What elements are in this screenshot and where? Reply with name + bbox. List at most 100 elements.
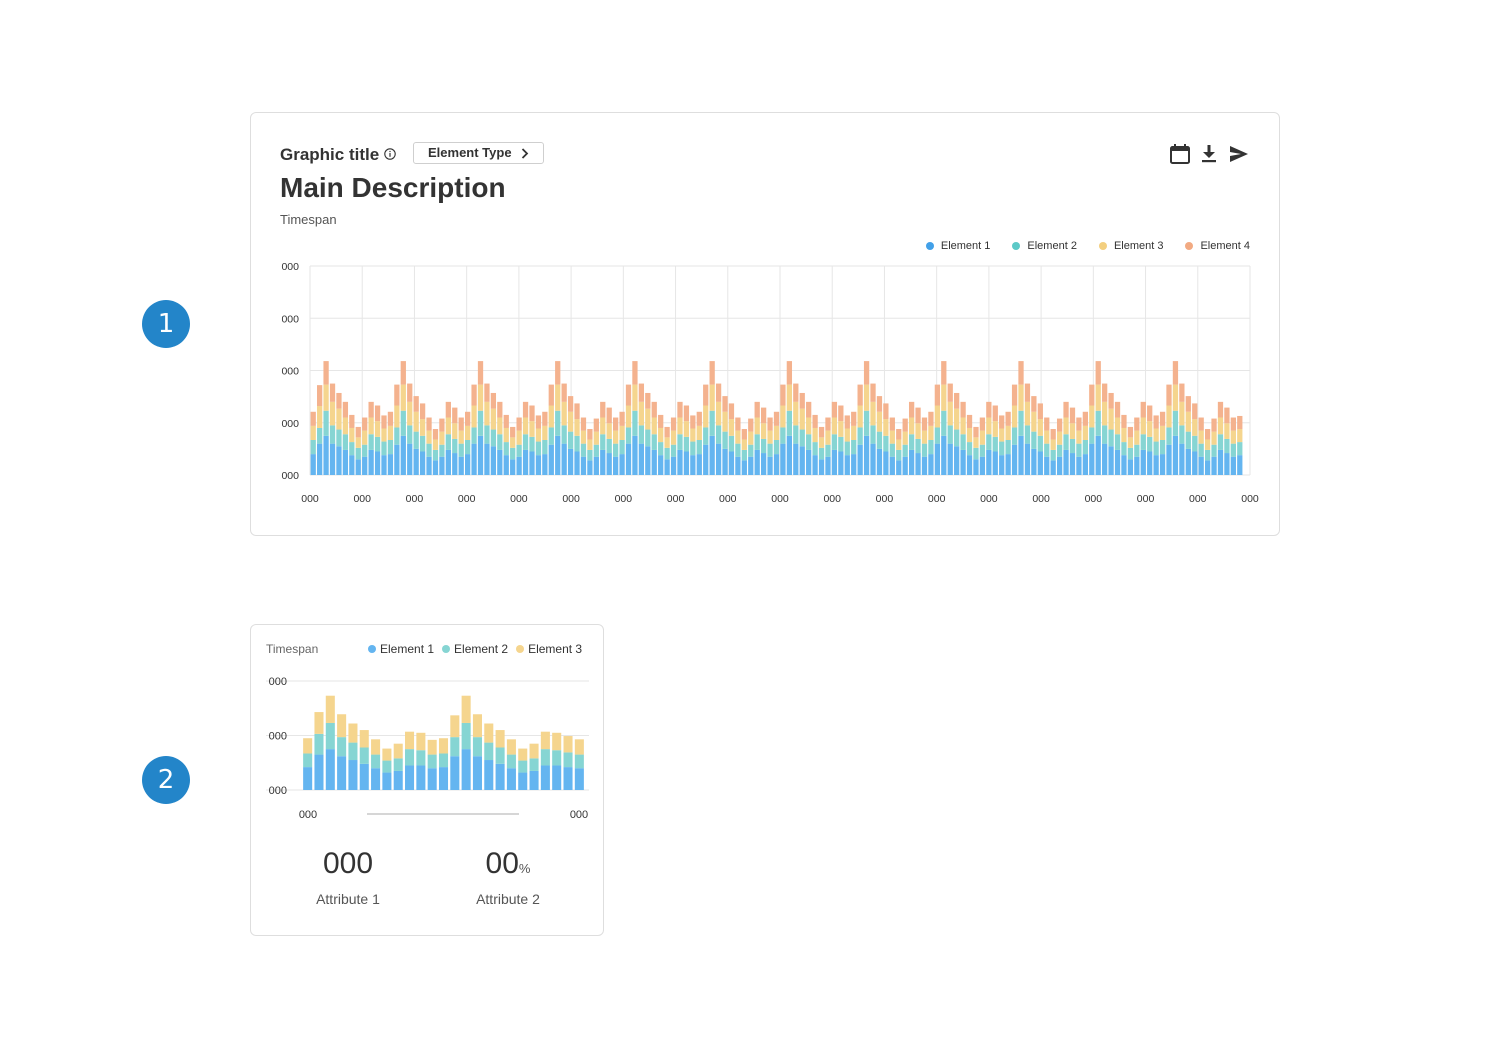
bar-segment-1 — [664, 459, 670, 475]
bar-segment-1 — [612, 456, 619, 475]
bar-segment-4 — [941, 361, 947, 385]
bar-segment-4 — [1082, 411, 1088, 426]
bar-segment-1 — [1108, 446, 1114, 475]
bar-segment-1 — [506, 768, 516, 790]
bar-segment-3 — [445, 417, 451, 435]
bar-segment-1 — [934, 443, 941, 475]
bar-segment-4 — [703, 384, 709, 406]
bar-segment-3 — [563, 736, 573, 753]
bar-segment-3 — [317, 406, 323, 428]
bar-segment-4 — [1050, 429, 1056, 440]
bar-segment-2 — [773, 439, 780, 455]
bar-segment-2 — [651, 434, 657, 450]
bar-segment-4 — [915, 407, 921, 424]
bar-segment-1 — [325, 749, 335, 790]
bar-segment-2 — [786, 410, 793, 436]
bar-segment-2 — [349, 442, 355, 456]
bar-segment-4 — [555, 361, 561, 385]
bar-segment-2 — [540, 749, 550, 766]
bar-segment-4 — [715, 383, 722, 402]
x-tick-label: 000 — [1189, 493, 1207, 505]
bar-segment-1 — [394, 444, 400, 475]
bar-segment-3 — [683, 421, 690, 437]
bar-segment-4 — [1140, 401, 1146, 418]
bar-segment-1 — [1166, 444, 1172, 475]
bar-segment-4 — [567, 396, 574, 412]
bar-segment-1 — [818, 459, 825, 475]
bar-segment-1 — [503, 455, 509, 475]
bar-segment-3 — [870, 401, 876, 426]
bar-segment-4 — [465, 411, 471, 426]
bar-segment-2 — [1179, 425, 1185, 444]
bar-segment-3 — [465, 425, 471, 440]
bar-segment-2 — [799, 429, 805, 447]
bar-segment-4 — [658, 414, 664, 428]
bar-segment-3 — [1069, 423, 1076, 439]
bar-segment-2 — [561, 425, 567, 444]
bar-segment-3 — [960, 417, 966, 435]
bar-segment-4 — [645, 392, 651, 409]
bar-segment-3 — [992, 421, 998, 437]
bar-segment-4 — [651, 401, 657, 418]
bar-segment-1 — [703, 444, 709, 475]
bar-segment-2 — [563, 752, 573, 768]
bar-segment-1 — [709, 435, 715, 475]
bar-segment-4 — [947, 383, 953, 402]
bar-segment-1 — [1230, 456, 1236, 475]
bar-segment-2 — [612, 443, 619, 457]
bar-segment-1 — [368, 449, 374, 475]
bar-segment-2 — [638, 425, 645, 444]
bar-segment-3 — [1134, 430, 1140, 445]
bar-segment-1 — [529, 770, 539, 790]
bar-segment-2 — [371, 754, 381, 769]
bar-segment-4 — [580, 417, 587, 431]
bar-segment-4 — [1179, 383, 1185, 402]
bar-segment-3 — [336, 408, 342, 430]
bar-segment-4 — [728, 403, 735, 420]
bar-segment-1 — [445, 449, 451, 475]
bar-segment-1 — [1147, 451, 1153, 475]
bar-segment-2 — [1134, 444, 1140, 457]
bar-segment-3 — [452, 423, 458, 439]
bar-segment-2 — [992, 436, 998, 452]
bar-segment-4 — [928, 411, 934, 426]
bar-segment-1 — [439, 456, 445, 475]
bar-segment-3 — [908, 417, 915, 435]
bar-segment-1 — [371, 768, 381, 790]
bar-segment-3 — [1095, 384, 1101, 411]
bar-segment-3 — [374, 421, 381, 437]
bar-segment-2 — [535, 441, 542, 456]
bar-segment-1 — [767, 456, 773, 475]
bar-segment-4 — [722, 396, 728, 412]
bar-segment-3 — [503, 427, 509, 443]
bar-segment-1 — [1153, 455, 1159, 475]
bar-segment-2 — [348, 742, 358, 761]
bar-segment-2 — [1217, 434, 1224, 450]
bar-segment-2 — [928, 439, 934, 455]
bar-segment-3 — [883, 419, 889, 436]
bar-segment-3 — [438, 738, 449, 754]
bar-segment-2 — [954, 429, 960, 447]
bar-segment-2 — [780, 427, 786, 444]
bar-segment-2 — [432, 449, 439, 461]
bar-segment-2 — [664, 447, 670, 460]
bar-segment-2 — [325, 722, 335, 750]
bar-segment-3 — [1050, 439, 1056, 450]
bar-segment-4 — [362, 417, 368, 431]
bar-segment-3 — [658, 427, 664, 443]
bar-segment-2 — [323, 410, 329, 436]
bar-segment-3 — [812, 427, 818, 443]
bar-segment-4 — [336, 392, 342, 409]
bar-segment-2 — [1185, 431, 1191, 449]
bar-segment-3 — [337, 714, 347, 738]
bar-segment-2 — [1237, 442, 1243, 456]
bar-segment-4 — [1127, 426, 1134, 438]
bar-segment-1 — [555, 435, 561, 475]
bar-segment-1 — [728, 451, 735, 475]
bar-segment-4 — [870, 383, 876, 402]
x-tick-label: 000 — [980, 493, 998, 505]
bar-segment-2 — [735, 443, 741, 457]
bar-segment-2 — [1044, 443, 1050, 457]
bar-segment-1 — [947, 443, 953, 475]
bar-segment-1 — [1237, 455, 1243, 475]
